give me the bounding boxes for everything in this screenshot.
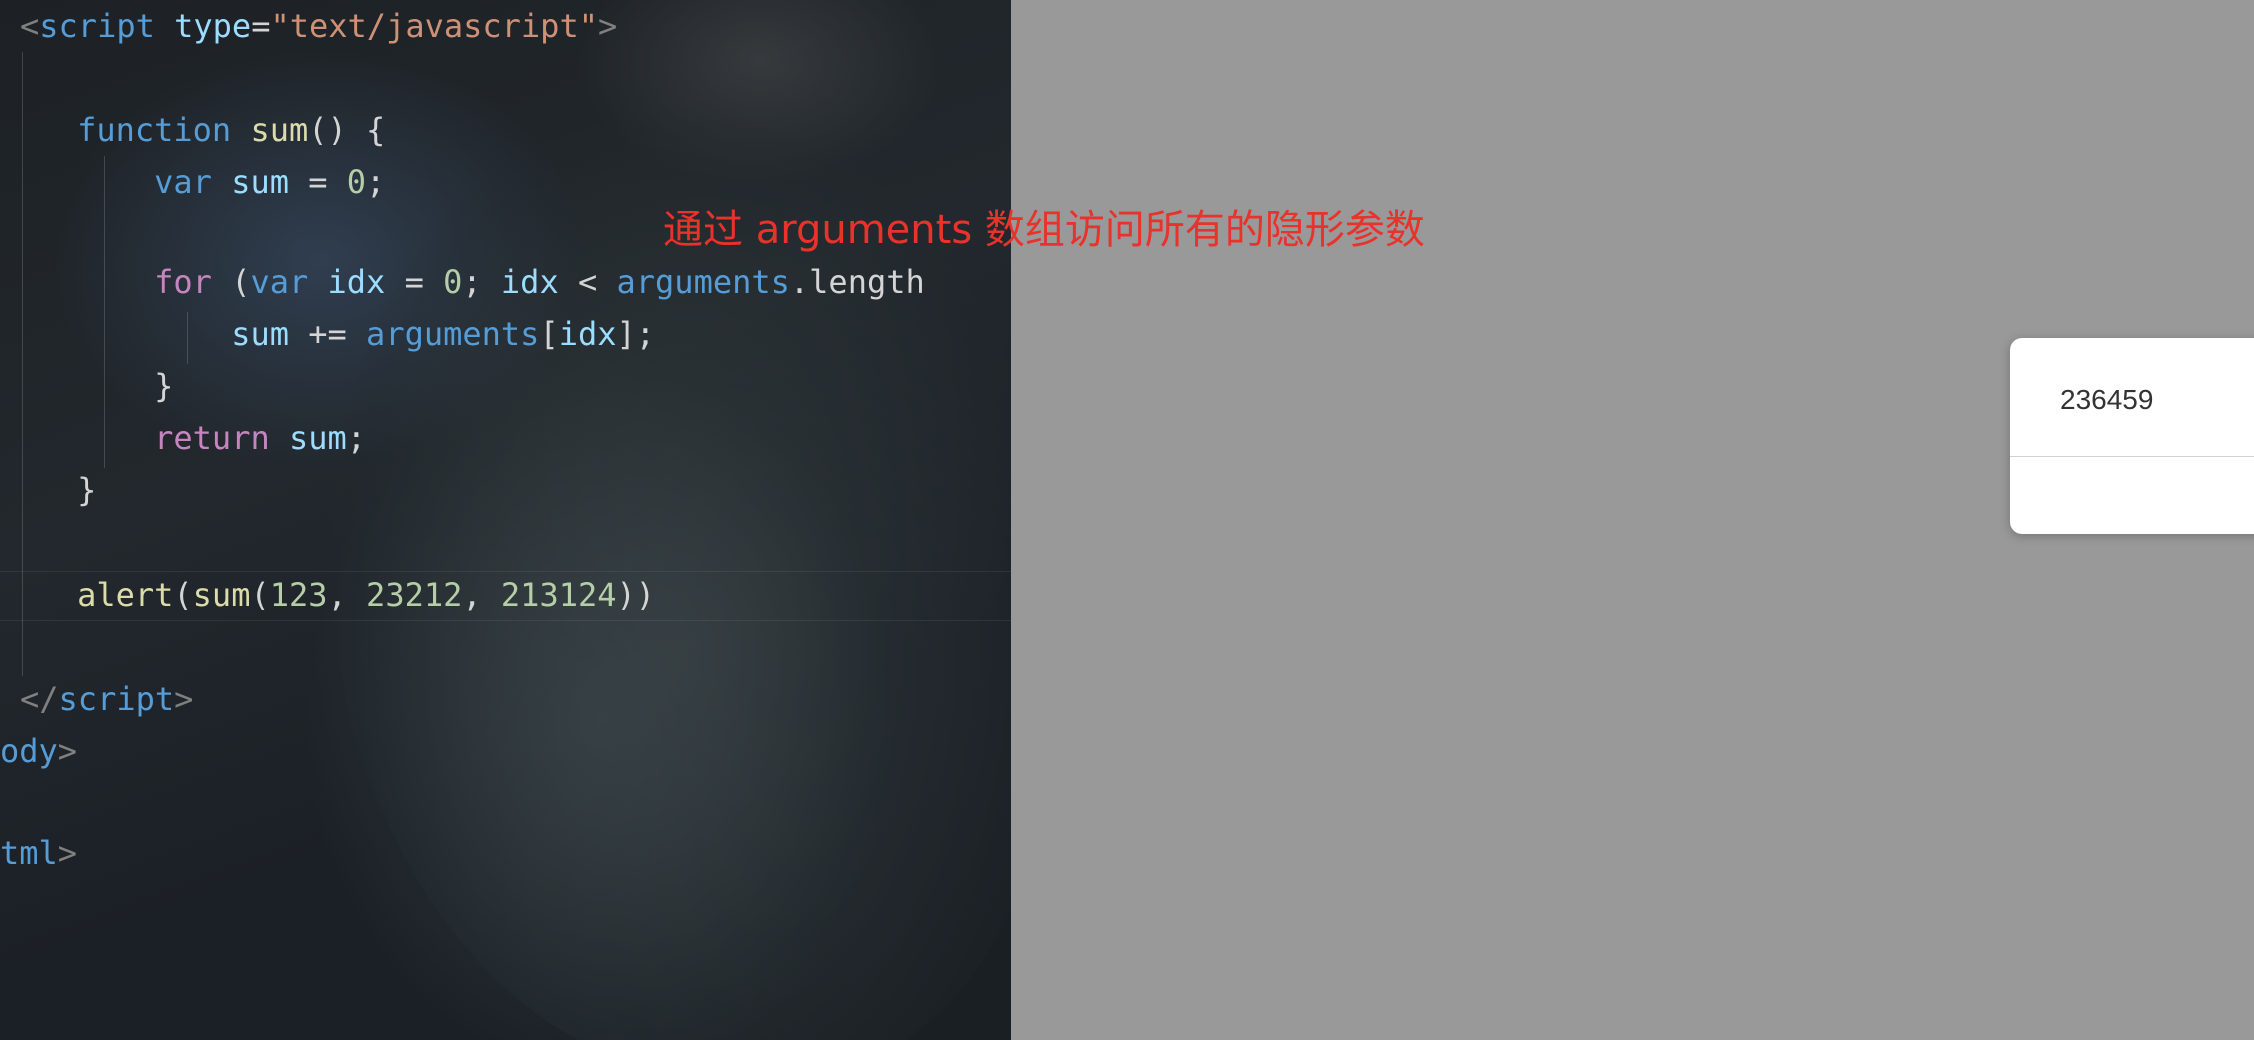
punctuation: ; — [346, 419, 367, 457]
variable: sum — [288, 419, 347, 457]
tag-bracket: < — [20, 7, 40, 45]
keyword: function — [77, 111, 232, 149]
punctuation: ( — [250, 576, 270, 614]
number: 0 — [346, 163, 367, 201]
tag-name: script — [58, 680, 175, 718]
operator: += — [288, 315, 367, 353]
variable: idx — [558, 315, 617, 353]
attribute-name: type — [174, 7, 252, 45]
punctuation: [ — [539, 315, 559, 353]
control-keyword: return — [154, 419, 270, 457]
code-line-alert[interactable]: alert(sum(123, 23212, 213124)) — [0, 569, 655, 621]
punctuation: . — [789, 263, 810, 301]
code-line-return[interactable]: return sum; — [0, 412, 366, 464]
tag-bracket: > — [174, 680, 194, 718]
variable: sum — [231, 163, 289, 201]
punctuation: ]; — [616, 315, 656, 353]
punctuation: )) — [616, 576, 656, 614]
variable: sum — [231, 315, 289, 353]
punctuation: } — [154, 367, 174, 405]
operator: = — [288, 163, 347, 201]
code-line-html-close[interactable]: tml> — [0, 827, 77, 879]
code-line-script-open[interactable]: <script type="text/javascript"> — [20, 0, 617, 52]
keyword: var — [250, 263, 309, 301]
tag-bracket: > — [597, 7, 618, 45]
tag-bracket: > — [57, 732, 78, 770]
punctuation: , — [327, 576, 367, 614]
punctuation: } — [77, 471, 97, 509]
tag-name: ody — [0, 732, 58, 770]
code-line-script-close[interactable]: </script> — [20, 673, 193, 725]
number: 23212 — [366, 576, 463, 614]
attribute-value: "text/javascript" — [270, 7, 598, 45]
punctuation: ( — [173, 576, 193, 614]
code-line-var-decl[interactable]: var sum = 0; — [0, 156, 385, 208]
punctuation: () { — [308, 111, 386, 149]
code-line-function-close[interactable]: } — [0, 464, 96, 516]
control-keyword: for — [154, 263, 212, 301]
code-editor-pane: <script type="text/javascript"> function… — [0, 0, 1011, 1040]
punctuation: ; — [462, 263, 501, 301]
operator: < — [558, 263, 617, 301]
function-name: sum — [192, 576, 251, 614]
alert-message: 236459 — [2060, 384, 2154, 415]
operator: = — [385, 263, 444, 301]
arguments-object: arguments — [366, 315, 540, 353]
operator: = — [251, 7, 271, 45]
tag-name: tml — [0, 834, 58, 872]
code-line-for[interactable]: for (var idx = 0; idx < arguments.length — [0, 256, 925, 308]
code-line-sum-stmt[interactable]: sum += arguments[idx]; — [0, 308, 655, 360]
function-name: sum — [250, 111, 309, 149]
punctuation: ( — [211, 263, 251, 301]
tag-bracket: > — [57, 834, 78, 872]
code-line-function-decl[interactable]: function sum() { — [0, 104, 385, 156]
arguments-object: arguments — [616, 263, 790, 301]
keyword: var — [154, 163, 212, 201]
tag-bracket: </ — [20, 680, 59, 718]
number: 0 — [443, 263, 463, 301]
annotation-caption: 通过 arguments 数组访问所有的隐形参数 — [663, 207, 1425, 253]
punctuation: , — [462, 576, 501, 614]
punctuation: ; — [366, 163, 386, 201]
code-line-body-close[interactable]: ody> — [0, 725, 77, 777]
dialog-actions[interactable] — [2010, 457, 2254, 534]
number: 123 — [269, 576, 328, 614]
alert-dialog: 236459 — [2010, 338, 2254, 534]
code-line-for-close[interactable]: } — [0, 360, 173, 412]
number: 213124 — [500, 576, 617, 614]
tag-name: script — [39, 7, 155, 45]
property: length — [809, 263, 925, 301]
variable: idx — [327, 263, 386, 301]
variable: idx — [500, 263, 559, 301]
function-name: alert — [77, 576, 174, 614]
